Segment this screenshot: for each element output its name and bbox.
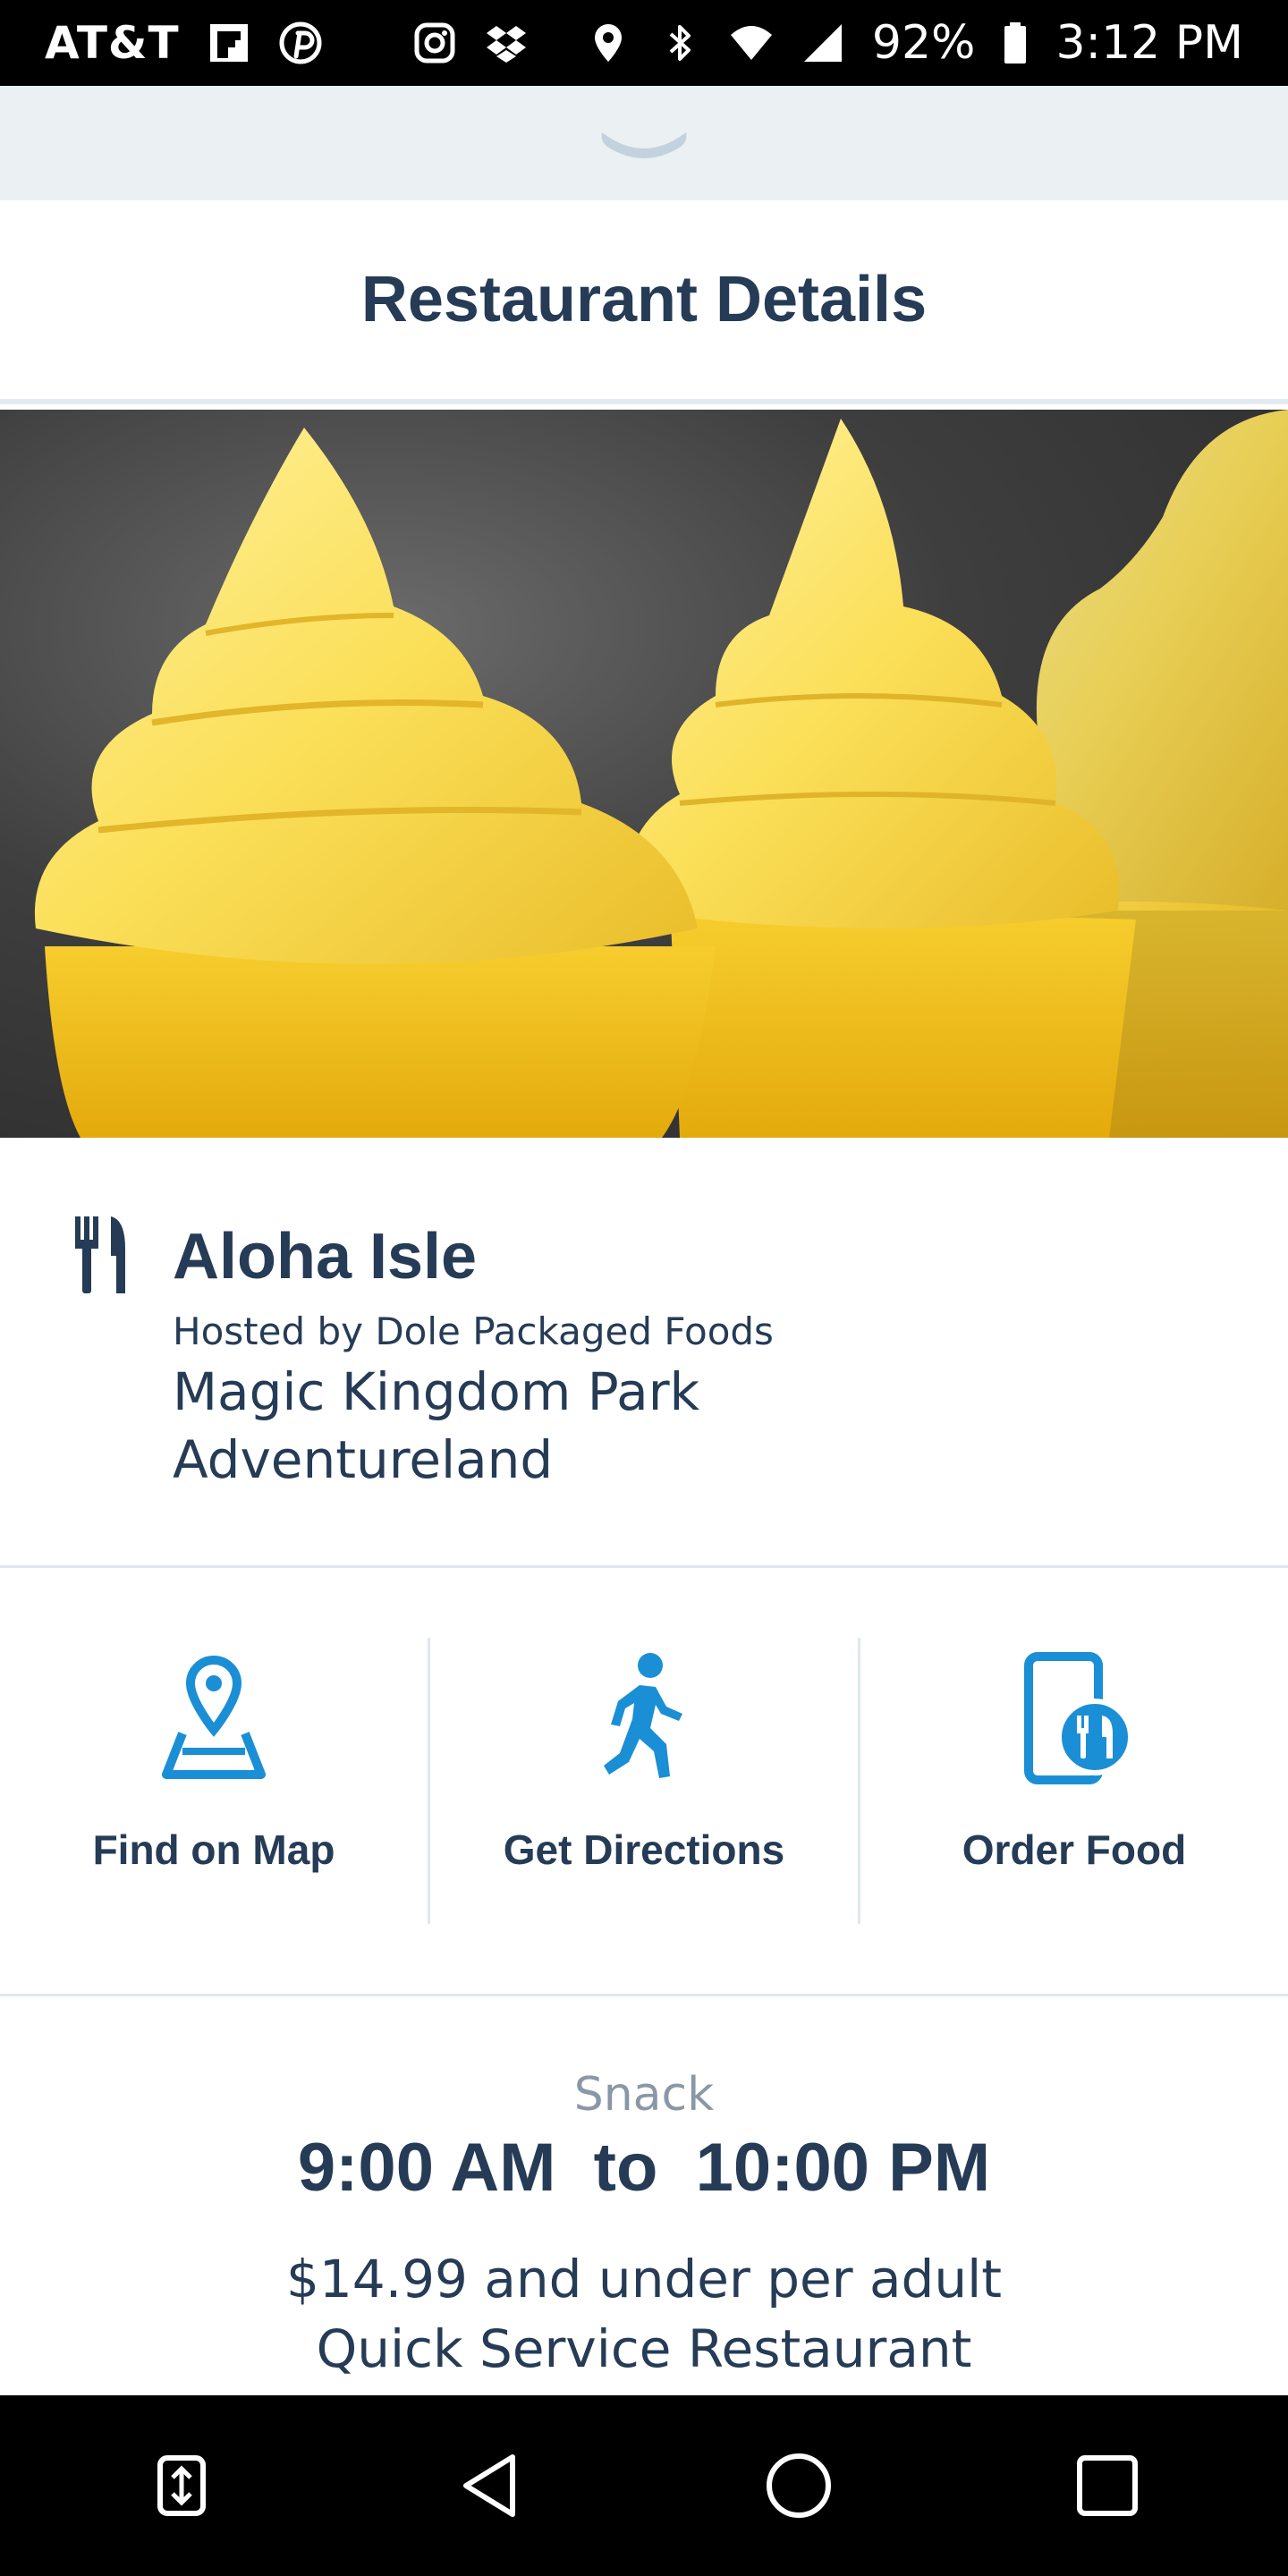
fork-knife-icon bbox=[72, 1216, 129, 1293]
location-icon bbox=[586, 21, 631, 65]
walking-person-icon bbox=[572, 1647, 716, 1790]
restaurant-info: Aloha Isle Hosted by Dole Packaged Foods… bbox=[0, 1138, 1288, 1565]
signal-icon bbox=[801, 21, 845, 65]
park-name: Magic Kingdom Park bbox=[173, 1361, 700, 1422]
order-food-label: Order Food bbox=[962, 1826, 1187, 1873]
service-type: Quick Service Restaurant bbox=[316, 2318, 972, 2379]
recent-apps-button[interactable] bbox=[1054, 2432, 1161, 2539]
dining-details: Snack 9:00 AM to 10:00 PM $14.99 and und… bbox=[0, 1996, 1288, 2395]
battery-percent: 92% bbox=[871, 16, 976, 70]
restaurant-category: Snack bbox=[573, 2068, 715, 2122]
status-bar: AT&T 92% 3:12 PM bbox=[0, 0, 1288, 86]
host-sponsor: Hosted by Dole Packaged Foods bbox=[173, 1309, 774, 1353]
map-pin-icon bbox=[142, 1647, 285, 1790]
keyboard-toggle-button[interactable] bbox=[128, 2432, 235, 2539]
battery-icon bbox=[1002, 21, 1029, 65]
back-icon bbox=[459, 2452, 521, 2520]
clock: 3:12 PM bbox=[1055, 16, 1243, 70]
hero-image bbox=[0, 410, 1288, 1138]
flipboard-icon bbox=[207, 21, 251, 65]
page-header: Restaurant Details bbox=[0, 200, 1288, 404]
order-food-button[interactable]: Order Food bbox=[860, 1638, 1288, 1924]
system-nav-bar bbox=[0, 2395, 1288, 2576]
operating-hours: 9:00 AM to 10:00 PM bbox=[297, 2130, 991, 2206]
collapse-handle[interactable] bbox=[0, 86, 1288, 200]
status-left: AT&T bbox=[45, 17, 529, 69]
recent-apps-icon bbox=[1075, 2453, 1140, 2518]
keyboard-swap-icon bbox=[155, 2454, 208, 2517]
find-on-map-button[interactable]: Find on Map bbox=[0, 1638, 428, 1924]
price-range: $14.99 and under per adult bbox=[286, 2249, 1002, 2309]
dropbox-icon bbox=[484, 21, 529, 65]
instagram-icon bbox=[412, 21, 457, 65]
dole-whip-photo bbox=[34, 410, 1288, 1138]
bluetooth-icon bbox=[657, 21, 702, 65]
action-row: Find on Map Get Directions Order Food bbox=[0, 1568, 1288, 1994]
mobile-order-icon bbox=[1003, 1647, 1146, 1790]
carrier-label: AT&T bbox=[45, 17, 180, 69]
find-on-map-label: Find on Map bbox=[92, 1826, 335, 1873]
home-button[interactable] bbox=[745, 2432, 852, 2539]
restaurant-name: Aloha Isle bbox=[173, 1221, 478, 1292]
page-title: Restaurant Details bbox=[360, 264, 928, 335]
home-icon bbox=[765, 2452, 833, 2520]
get-directions-button[interactable]: Get Directions bbox=[430, 1638, 858, 1924]
land-name: Adventureland bbox=[173, 1429, 554, 1490]
get-directions-label: Get Directions bbox=[503, 1826, 785, 1873]
back-button[interactable] bbox=[436, 2432, 544, 2539]
chevron-down-icon[interactable] bbox=[595, 123, 693, 163]
status-right: 92% 3:12 PM bbox=[586, 16, 1243, 70]
wifi-icon bbox=[729, 21, 774, 65]
pinterest-icon bbox=[278, 21, 323, 65]
